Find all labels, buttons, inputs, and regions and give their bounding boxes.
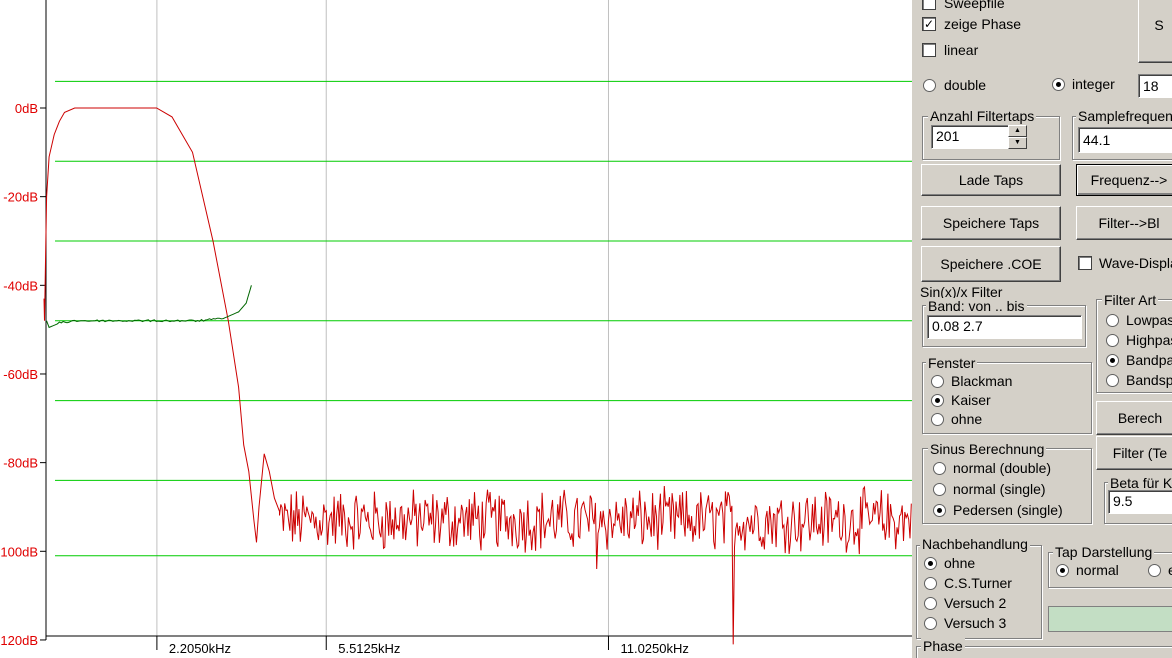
fenster-radio-1[interactable] [931, 394, 944, 407]
band-input[interactable]: 0.08 2.7 [927, 315, 1082, 339]
tap-darstellung-title: Tap Darstellung [1053, 544, 1155, 560]
control-panel: Sweepfile ✓ zeige Phase linear S double … [912, 0, 1172, 658]
sweepfile-label: Sweepfile [944, 0, 1005, 11]
y-tick-label: -60dB [3, 367, 38, 382]
fenster-label-0: Blackman [951, 373, 1013, 389]
y-tick-label: 0dB [15, 101, 38, 116]
filter-art-label-1: Highpas [1126, 332, 1172, 348]
nachbehandlung-label-1: C.S.Turner [944, 575, 1012, 591]
double-radio[interactable] [923, 79, 936, 92]
beta-input[interactable]: 9.5 [1108, 490, 1172, 514]
x-tick-label: 2.2050kHz [169, 641, 231, 656]
nachbehandlung-radio-0[interactable] [924, 557, 937, 570]
bits-input[interactable]: 18 [1138, 74, 1172, 98]
samplefreq-title: Samplefrequenz [1076, 108, 1172, 124]
lade-taps-button[interactable]: Lade Taps [921, 164, 1061, 196]
sinus-title: Sinus Berechnung [928, 441, 1047, 457]
tap-darstellung-label-0: normal [1076, 562, 1119, 578]
fenster-title: Fenster [926, 355, 978, 371]
integer-label: integer [1072, 76, 1115, 92]
band-title: Band: von .. bis [926, 298, 1027, 314]
tap-darstellung-label-1: e [1168, 562, 1172, 578]
sinus-radio-0[interactable] [933, 462, 946, 475]
speichere-taps-button[interactable]: Speichere Taps [921, 206, 1061, 240]
zeige-phase-checkbox[interactable]: ✓ [922, 17, 936, 31]
tap-darstellung-radio-0[interactable] [1056, 564, 1069, 577]
speichere-coe-button[interactable]: Speichere .COE [921, 246, 1061, 282]
nachbehandlung-label-2: Versuch 2 [944, 595, 1007, 611]
x-tick-label: 5.5125kHz [338, 641, 400, 656]
sinus-label-0: normal (double) [953, 460, 1052, 476]
fenster-label-2: ohne [951, 411, 983, 427]
nachbehandlung-radio-3[interactable] [924, 617, 937, 630]
filter-art-label-2: Bandpa [1126, 352, 1172, 368]
spin-up-icon[interactable]: ▲ [1008, 125, 1027, 137]
magnitude-series-line [43, 107, 912, 645]
nachbehandlung-radio-2[interactable] [924, 597, 937, 610]
linear-checkbox[interactable] [922, 43, 936, 57]
frequency-response-plot: 0dB -20dB -40dB -60dB -80dB -100dB -120dB 2.205… [0, 0, 912, 658]
sinus-label-1: normal (single) [953, 481, 1046, 497]
wave-display-checkbox[interactable] [1078, 256, 1092, 270]
filter-art-label-3: Bandsp [1126, 372, 1172, 388]
y-tick-label: -80dB [3, 456, 38, 471]
y-tick-label: -20dB [3, 190, 38, 205]
berechnen-button[interactable]: Berech [1096, 401, 1172, 435]
top-right-button[interactable]: S [1138, 0, 1172, 63]
nachbehandlung-label-0: ohne [944, 555, 976, 571]
linear-label: linear [944, 42, 979, 58]
sinus-label-2: Pedersen (single) [953, 502, 1063, 518]
filter-te-button[interactable]: Filter (Te [1096, 436, 1172, 470]
zeige-phase-label: zeige Phase [944, 16, 1022, 32]
filter-art-radio-0[interactable] [1106, 314, 1119, 327]
fenster-radio-2[interactable] [931, 413, 944, 426]
frequenz-button[interactable]: Frequenz--> [1076, 164, 1172, 196]
x-tick-label: 11.0250kHz [620, 641, 688, 656]
sinus-radio-2[interactable] [933, 504, 946, 517]
samplefreq-input[interactable]: 44.1 [1078, 127, 1172, 153]
filter-art-title: Filter Art [1102, 292, 1159, 308]
filter-art-label-0: Lowpas [1126, 312, 1172, 328]
nachbehandlung-radio-1[interactable] [924, 577, 937, 590]
frequency-response-chart: 0dB -20dB -40dB -60dB -80dB -100dB -120dB 2.205… [0, 0, 912, 656]
double-label: double [944, 77, 987, 93]
filter-art-radio-2[interactable] [1106, 354, 1119, 367]
filtertaps-title: Anzahl Filtertaps [928, 108, 1037, 124]
sinus-radio-1[interactable] [933, 483, 946, 496]
fenster-radio-0[interactable] [931, 375, 944, 388]
spin-down-icon[interactable]: ▼ [1008, 137, 1027, 149]
filtertaps-input[interactable]: 201 [931, 125, 1009, 149]
y-tick-label: -100dB [0, 544, 38, 559]
phase-title: Phase [921, 638, 965, 654]
beta-title: Beta für Ka [1108, 475, 1172, 491]
progress-bar [1048, 606, 1172, 632]
nachbehandlung-title: Nachbehandlung [920, 536, 1030, 552]
y-tick-label: -40dB [3, 278, 38, 293]
sweepfile-checkbox[interactable] [922, 0, 936, 10]
filtertaps-spinner[interactable]: ▲ ▼ [1008, 125, 1027, 149]
filter-art-radio-3[interactable] [1106, 374, 1119, 387]
tap-darstellung-radio-1[interactable] [1148, 564, 1161, 577]
wave-display-label: Wave-Displa [1099, 255, 1172, 271]
filter-bl-button[interactable]: Filter-->Bl [1076, 206, 1172, 240]
integer-radio[interactable] [1052, 78, 1065, 91]
fenster-label-1: Kaiser [951, 392, 991, 408]
y-tick-label: -120dB [0, 633, 38, 648]
filter-art-radio-1[interactable] [1106, 334, 1119, 347]
nachbehandlung-label-3: Versuch 3 [944, 615, 1007, 631]
